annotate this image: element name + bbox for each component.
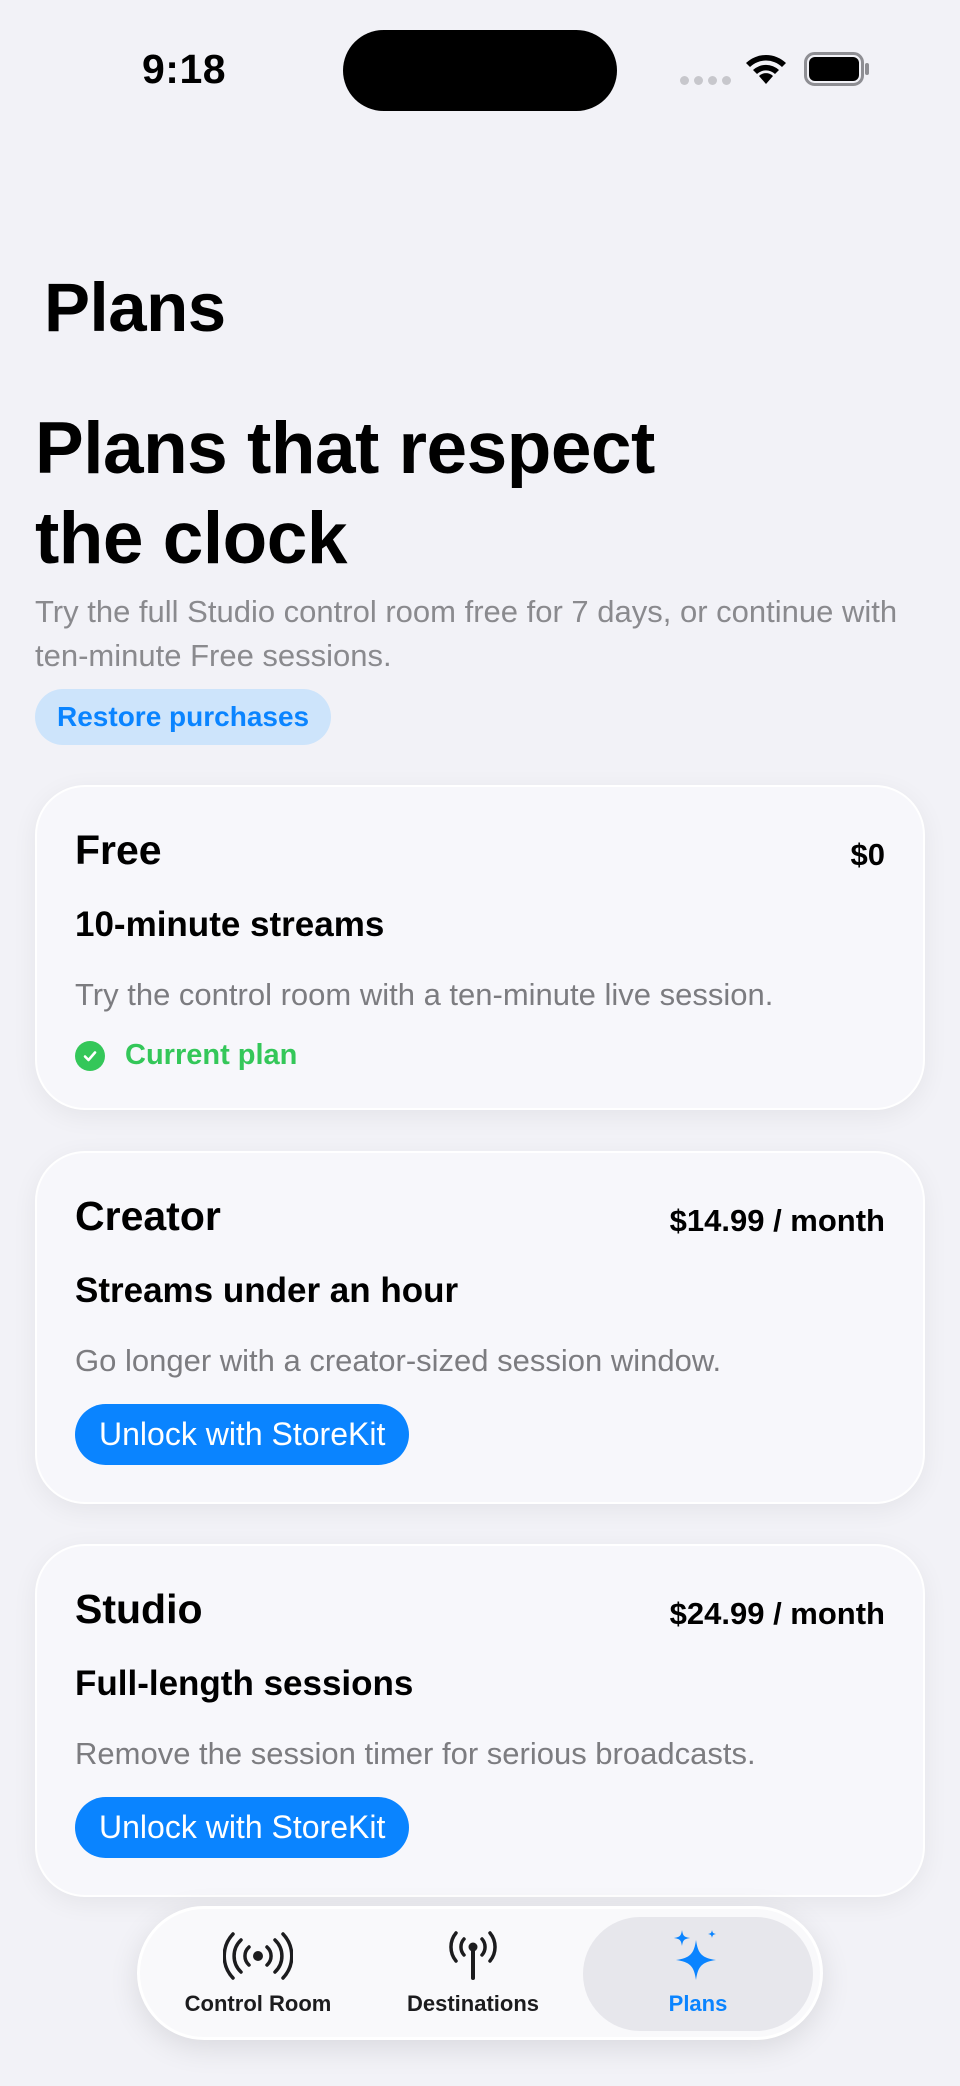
hero-title: Plans that respect the clock — [35, 408, 655, 579]
page-title: Plans — [44, 269, 226, 346]
status-time: 9:18 — [142, 46, 227, 92]
plan-description: Try the control room with a ten-minute l… — [75, 977, 774, 1012]
tab-label: Plans — [668, 1991, 728, 2016]
battery-icon — [804, 52, 869, 86]
restore-purchases-button[interactable]: Restore purchases — [35, 689, 332, 745]
plan-headline: Streams under an hour — [75, 1271, 459, 1310]
dynamic-island — [343, 30, 617, 111]
plan-card-creator: Creator $14.99 / month Streams under an … — [35, 1151, 925, 1504]
tab-label: Destinations — [406, 1991, 540, 2016]
plan-name: Studio — [75, 1586, 203, 1632]
sparkles-icon — [668, 1925, 728, 1987]
plan-card-free: Free $0 10-minute streams Try the contro… — [35, 785, 925, 1110]
tab-label: Control Room — [184, 1991, 332, 2016]
tab-destinations[interactable]: Destinations — [368, 1917, 578, 2031]
tab-control-room[interactable]: Control Room — [148, 1917, 368, 2031]
plan-price: $24.99 / month — [669, 1596, 885, 1631]
hero-subtitle: Try the full Studio control room free fo… — [35, 594, 898, 673]
plan-card-studio: Studio $24.99 / month Full-length sessio… — [35, 1544, 925, 1897]
unlock-studio-button[interactable]: Unlock with StoreKit — [75, 1797, 410, 1858]
current-plan-label: Current plan — [125, 1039, 298, 1071]
checkmark-circle-icon — [75, 1040, 105, 1071]
antenna-icon — [445, 1925, 501, 1987]
plan-name: Creator — [75, 1193, 221, 1239]
current-plan-indicator: Current plan — [75, 1039, 297, 1072]
wifi-icon — [746, 55, 786, 84]
plan-description: Go longer with a creator-sized session w… — [75, 1343, 722, 1378]
plan-headline: 10-minute streams — [75, 905, 385, 944]
unlock-creator-button[interactable]: Unlock with StoreKit — [75, 1404, 410, 1465]
tab-plans[interactable]: Plans — [583, 1917, 813, 2031]
plan-price: $0 — [850, 837, 885, 872]
tab-bar: Control Room Destinations Plans — [137, 1906, 823, 2040]
plan-headline: Full-length sessions — [75, 1664, 414, 1703]
plan-description: Remove the session timer for serious bro… — [75, 1736, 756, 1771]
cellular-signal-icon — [680, 76, 731, 85]
plan-price: $14.99 / month — [669, 1203, 885, 1238]
broadcast-icon — [223, 1925, 293, 1987]
plan-name: Free — [75, 827, 162, 873]
